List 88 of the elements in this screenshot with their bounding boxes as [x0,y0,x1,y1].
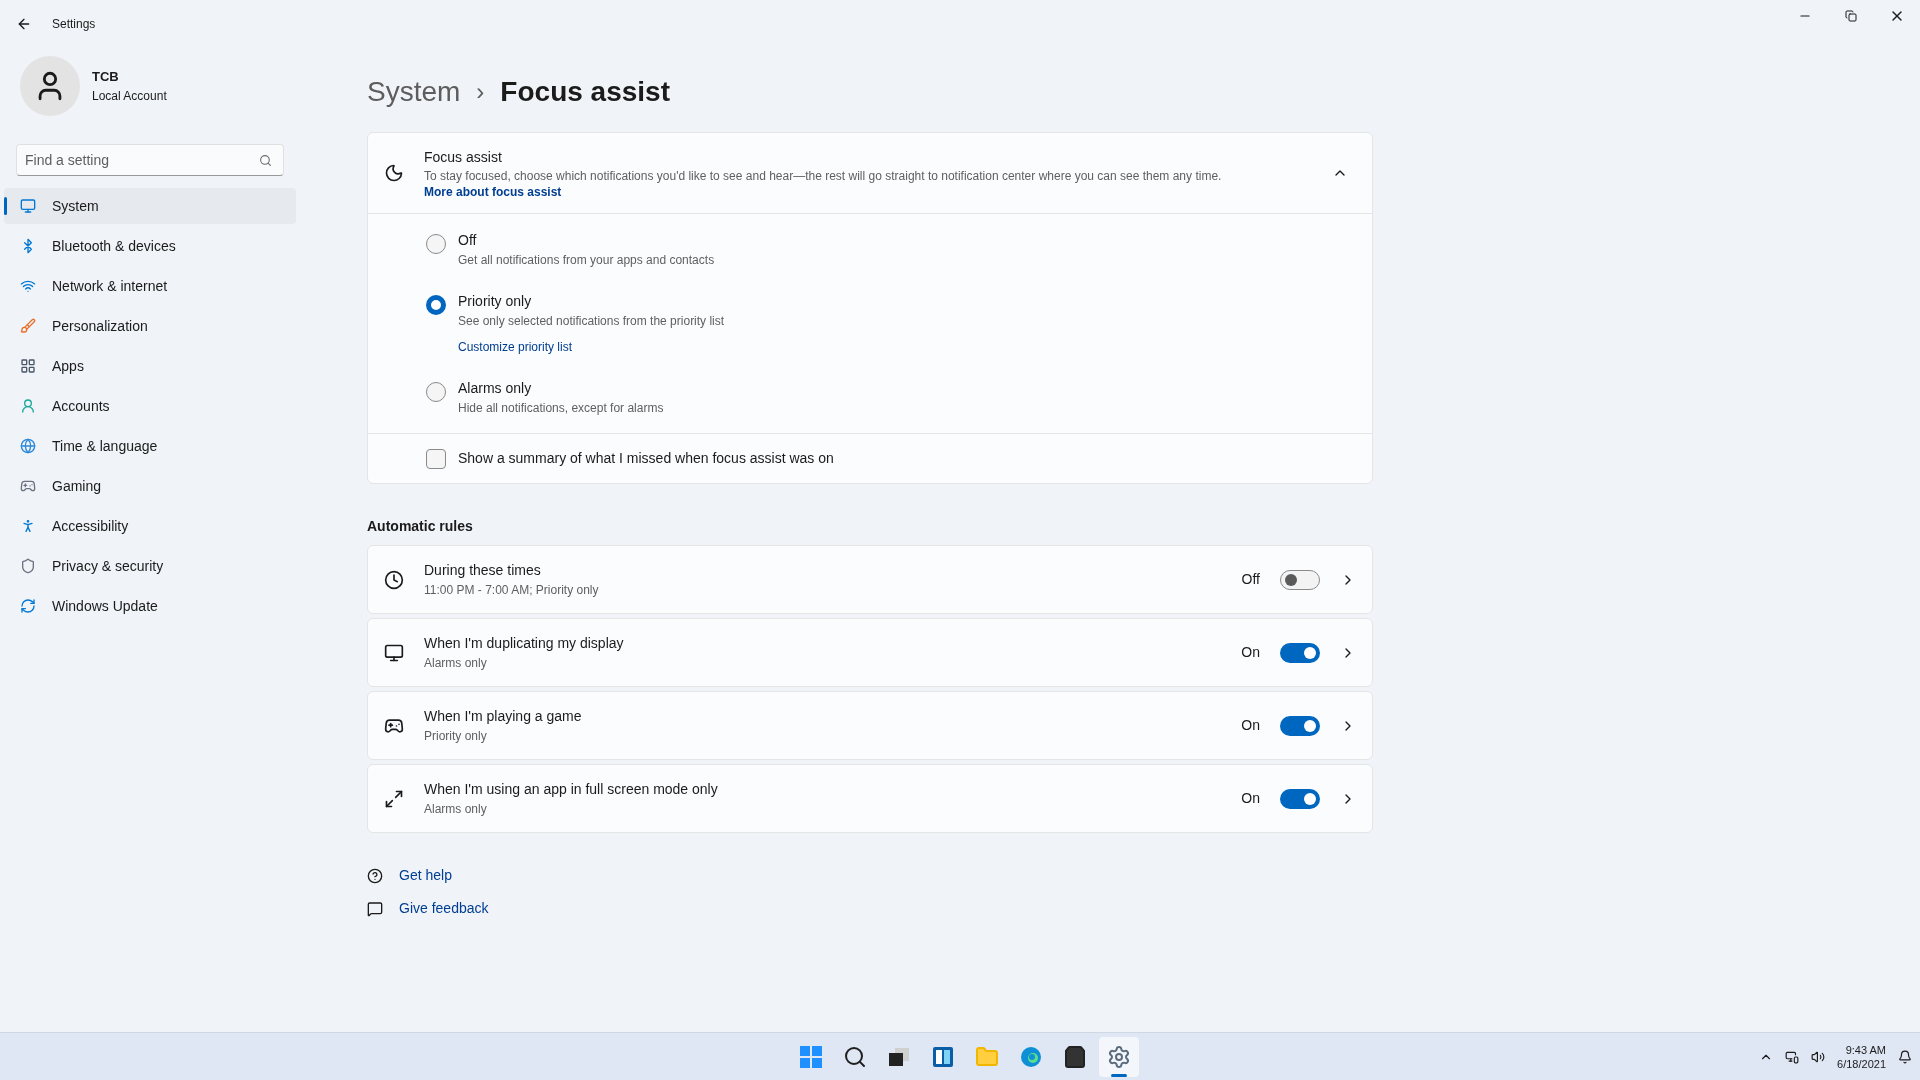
diagonal-arrows-icon [384,788,404,809]
radio-button[interactable] [426,295,446,315]
toggle-state-label: On [1241,789,1260,808]
store-icon [1063,1044,1087,1069]
browser-icon [1019,1044,1043,1069]
option-description: See only selected notifications from the priority list [458,313,725,330]
toggle-state-label: Off [1241,570,1260,589]
nav-item[interactable]: Network & internet [4,268,296,304]
option-description: Get all notifications from your apps and contacts [458,252,715,269]
nav-item[interactable]: Accounts [4,388,296,424]
restore-icon[interactable] [1845,10,1857,22]
more-link[interactable]: More about focus assist [424,184,562,199]
customize-link[interactable]: Customize priority list [458,338,725,356]
grid-icon [20,358,36,374]
monitor-icon [384,642,404,663]
option-label: Off [458,231,478,250]
rule-row[interactable]: When I'm using an app in full screen mode only Alarms only On [367,764,1373,833]
checkbox[interactable] [426,448,446,469]
brush-icon [20,318,36,334]
checkbox-label: Show a summary of what I missed when focus assist was on [458,449,834,468]
notification-icon[interactable] [1898,1049,1912,1064]
rule-subtitle: Priority only [424,728,488,745]
toggle-switch[interactable] [1280,642,1320,663]
nav-item[interactable]: System [4,188,296,224]
breadcrumb-separator: › [476,77,485,107]
toggle-state-label: On [1241,643,1260,662]
rule-title: When I'm playing a game [424,707,583,726]
clock-icon [384,569,404,590]
rule-subtitle: 11:00 PM - 7:00 AM; Priority only [424,582,600,599]
help-link[interactable]: Get help [399,865,452,886]
rule-row[interactable]: During these times 11:00 PM - 7:00 AM; Priority only Off [367,545,1373,614]
page-title: Focus assist [500,75,670,109]
help-icon [367,867,383,884]
account-name: TCB [92,68,120,87]
accessibility-icon [20,518,36,534]
account-type: Local Account [92,87,167,105]
toggle-state-label: On [1241,716,1260,735]
option-description: Hide all notifications, except for alarms [458,400,664,417]
option-label: Alarms only [458,379,533,398]
refresh-icon [20,598,36,614]
monitor-icon [20,198,36,214]
gear-icon [1107,1044,1131,1069]
rule-subtitle: Alarms only [424,655,488,672]
rule-title: When I'm duplicating my display [424,634,625,653]
card-title: Focus assist [424,147,503,167]
rule-row[interactable]: When I'm playing a game Priority only On [367,691,1373,760]
rule-row[interactable]: When I'm duplicating my display Alarms only On [367,618,1373,687]
card-description: To stay focused, choose which notifications you'd like to see and hear—the rest will go straight to notification center where you can see them any time. More about focus assist [424,167,1223,200]
window-title: Settings [52,16,96,33]
nav-item[interactable]: Personalization [4,308,296,344]
toggle-switch[interactable] [1280,788,1320,809]
search-icon [259,154,272,167]
radio-button[interactable] [426,382,446,402]
nav-item[interactable]: Apps [4,348,296,384]
back-icon[interactable] [16,16,32,32]
volume-icon[interactable] [1811,1049,1826,1064]
nav-item[interactable]: Gaming [4,468,296,504]
search-icon [843,1044,867,1069]
nav-item[interactable]: Time & language [4,428,296,464]
network-icon[interactable] [1785,1049,1800,1064]
moon-icon [384,163,404,183]
nav-item[interactable]: Accessibility [4,508,296,544]
rule-subtitle: Alarms only [424,801,488,818]
clock-date: 6/18/2021 [1837,1056,1886,1071]
widgets-icon [931,1044,955,1069]
rule-title: During these times [424,561,542,580]
option-label: Priority only [458,292,533,311]
breadcrumb-parent[interactable]: System [367,71,461,113]
globe-icon [20,438,36,454]
section-heading: Automatic rules [367,517,474,536]
wifi-icon [20,278,36,294]
gamepad-icon [20,478,36,494]
shield-icon [20,558,36,574]
clock-time: 9:43 AM [1845,1042,1886,1057]
nav-item[interactable]: Privacy & security [4,548,296,584]
person-icon [20,398,36,414]
search-field[interactable]: Find a setting [16,144,284,176]
toggle-switch[interactable] [1280,569,1320,590]
help-link[interactable]: Give feedback [399,898,489,919]
nav-item[interactable]: Windows Update [4,588,296,624]
feedback-icon [367,900,383,917]
start-icon [799,1044,823,1069]
selection-indicator [4,197,7,215]
rule-title: When I'm using an app in full screen mode only [424,780,719,799]
radio-button[interactable] [426,234,446,254]
folder-icon [975,1044,999,1069]
toggle-switch[interactable] [1280,715,1320,736]
nav-item[interactable]: Bluetooth & devices [4,228,296,264]
